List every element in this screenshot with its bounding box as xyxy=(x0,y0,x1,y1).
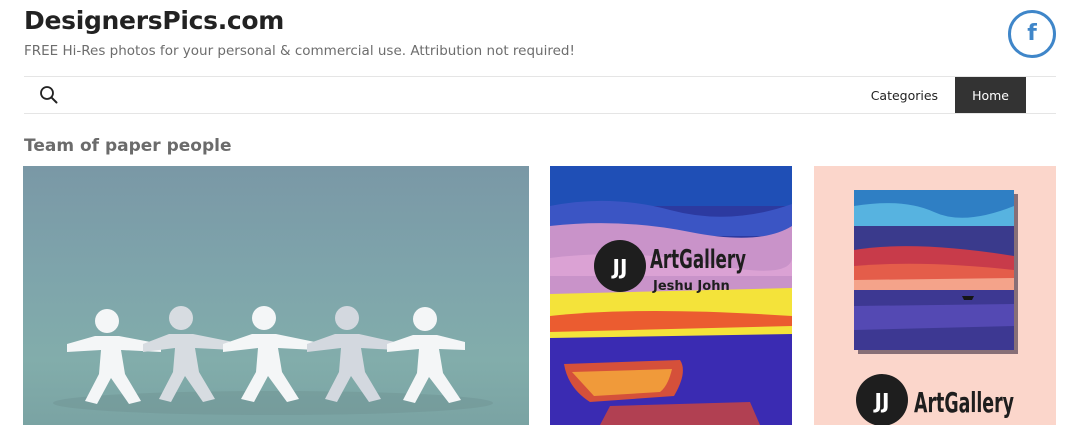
facebook-link[interactable]: f xyxy=(1008,10,1056,58)
search-icon xyxy=(40,86,58,104)
nav-item-home[interactable]: Home xyxy=(955,77,1026,113)
sunset-logo-title: ArtGallery xyxy=(914,386,1014,419)
thumbnail-art-gallery-boat[interactable]: JJ ArtGallery Jeshu John xyxy=(550,166,792,425)
svg-text:JJ: JJ xyxy=(873,389,890,413)
svg-text:JJ: JJ xyxy=(611,255,628,279)
nav-links: Categories Home xyxy=(854,77,1026,113)
post-title[interactable]: Team of paper people xyxy=(24,136,232,156)
search-button[interactable] xyxy=(38,84,60,106)
site-tagline: FREE Hi-Res photos for your personal & c… xyxy=(24,43,575,59)
boat-logo-title: ArtGallery xyxy=(650,245,746,275)
boat-logo-subtitle: Jeshu John xyxy=(652,279,730,294)
thumbnail-paper-people[interactable] xyxy=(23,166,529,425)
paper-people-image xyxy=(53,306,493,415)
facebook-icon: f xyxy=(1027,21,1037,46)
site-header: DesignersPics.com FREE Hi-Res photos for… xyxy=(24,0,1056,76)
sunset-painting-image: JJ ArtGallery xyxy=(814,166,1056,425)
thumbnail-art-gallery-sunset[interactable]: JJ ArtGallery xyxy=(814,166,1056,425)
boat-painting-image: JJ ArtGallery Jeshu John xyxy=(550,166,792,425)
site-title[interactable]: DesignersPics.com xyxy=(24,6,284,35)
main-navbar: Categories Home xyxy=(24,76,1056,114)
nav-item-categories[interactable]: Categories xyxy=(854,77,955,113)
